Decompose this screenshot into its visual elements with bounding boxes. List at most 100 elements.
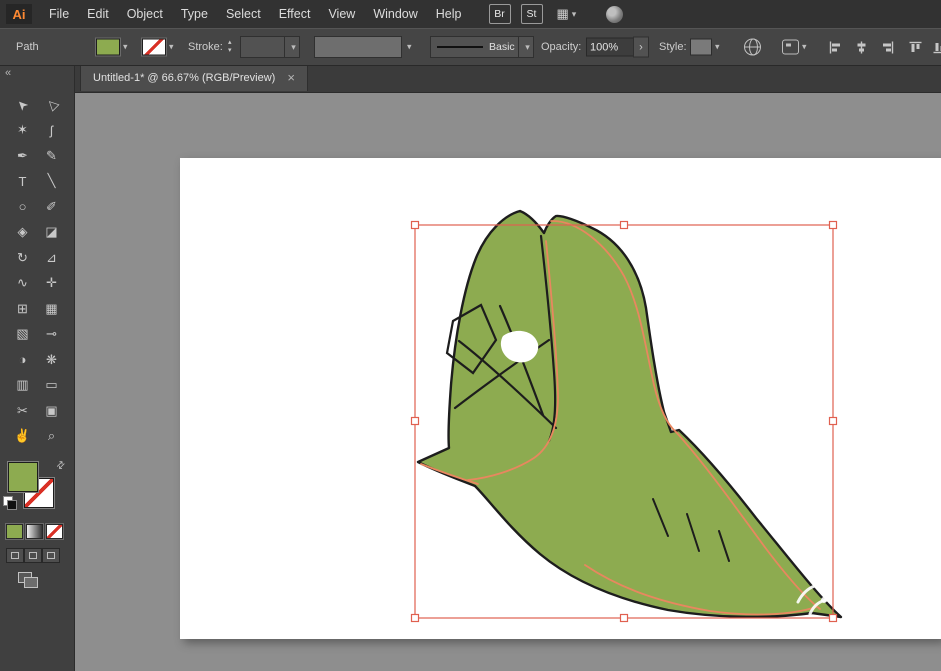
opacity-input[interactable] xyxy=(586,38,634,57)
document-tab[interactable]: Untitled-1* @ 66.67% (RGB/Preview) × xyxy=(80,64,308,91)
color-button[interactable] xyxy=(6,524,23,539)
align-right-button[interactable] xyxy=(878,39,896,55)
slice-tool[interactable]: ✂ xyxy=(8,398,37,424)
mesh-tool[interactable]: ▦ xyxy=(37,296,66,322)
graphic-style-dropdown[interactable]: ▾ xyxy=(690,39,720,56)
screen-mode-button[interactable] xyxy=(18,572,38,587)
swap-fill-stroke-icon[interactable]: ⇄ xyxy=(54,459,68,473)
pen-tool[interactable]: ✒ xyxy=(8,143,37,169)
collapse-panel-icon[interactable]: « xyxy=(5,67,11,79)
perspective-grid-tool[interactable]: ⊞ xyxy=(8,296,37,322)
symbol-sprayer-tool-icon: ❋ xyxy=(46,352,57,368)
eraser-tool[interactable]: ◪ xyxy=(37,220,66,246)
selection-handle[interactable] xyxy=(412,222,419,229)
ellipse-tool[interactable]: ○ xyxy=(8,194,37,220)
align-top-button[interactable] xyxy=(906,39,924,55)
selection-handle[interactable] xyxy=(621,615,628,622)
stepper-down-icon[interactable]: ▾ xyxy=(228,47,232,55)
artwork-metapod[interactable] xyxy=(418,211,841,617)
scale-tool-icon: ⊿ xyxy=(46,250,57,266)
line-segment-tool[interactable]: ╲ xyxy=(37,169,66,195)
fill-color-swatch[interactable] xyxy=(96,39,120,56)
selection-tool[interactable]: ➤ xyxy=(8,92,37,118)
magic-wand-tool[interactable]: ✶ xyxy=(8,118,37,144)
stroke-color-control[interactable]: ▾ xyxy=(142,39,174,56)
stock-button[interactable]: St xyxy=(521,4,543,24)
canvas-area[interactable] xyxy=(74,92,941,671)
selection-handle[interactable] xyxy=(412,615,419,622)
menu-object[interactable]: Object xyxy=(118,0,172,28)
selection-handle[interactable] xyxy=(830,222,837,229)
menu-help[interactable]: Help xyxy=(427,0,471,28)
selection-handle[interactable] xyxy=(621,222,628,229)
chevron-down-icon[interactable]: ▾ xyxy=(123,42,128,53)
opacity-arrow-button[interactable]: › xyxy=(633,37,649,58)
none-button[interactable] xyxy=(46,524,63,539)
stroke-label: Stroke: xyxy=(188,41,223,53)
draw-normal-button[interactable] xyxy=(6,548,24,563)
scale-tool[interactable]: ⊿ xyxy=(37,245,66,271)
menu-edit[interactable]: Edit xyxy=(78,0,118,28)
width-profile-dropdown[interactable] xyxy=(314,36,402,58)
gradient-tool[interactable]: ▧ xyxy=(8,322,37,348)
slice-selection-tool[interactable]: ▣ xyxy=(37,398,66,424)
workspace-switcher[interactable]: ▦ ▾ xyxy=(557,6,577,22)
workspace-icon: ▦ xyxy=(557,6,569,22)
align-bottom-button[interactable] xyxy=(930,39,941,55)
zoom-tool[interactable]: ⌕ xyxy=(37,424,66,450)
paintbrush-tool[interactable]: ✐ xyxy=(37,194,66,220)
blend-tool[interactable]: ◑ xyxy=(8,347,37,373)
selection-handle[interactable] xyxy=(412,418,419,425)
document-setup-globe-icon[interactable] xyxy=(744,39,761,56)
draw-inside-button[interactable] xyxy=(42,548,60,563)
align-left-icon xyxy=(829,41,842,54)
brush-definition-dropdown[interactable]: Basic ▾ xyxy=(430,36,534,58)
artboard-tool-icon: ▭ xyxy=(45,377,57,393)
menu-type[interactable]: Type xyxy=(172,0,217,28)
bridge-button[interactable]: Br xyxy=(489,4,511,24)
ellipse-tool-icon: ○ xyxy=(19,199,27,214)
zoom-tool-icon: ⌕ xyxy=(48,428,55,444)
app-sync-icon[interactable] xyxy=(606,6,623,23)
menu-effect[interactable]: Effect xyxy=(270,0,320,28)
eyedropper-tool[interactable]: ⊸ xyxy=(37,322,66,348)
selection-handle[interactable] xyxy=(830,615,837,622)
artwork-layer xyxy=(74,92,941,671)
perspective-grid-tool-icon: ⊞ xyxy=(17,301,28,317)
pencil-tool[interactable]: ✎ xyxy=(37,143,66,169)
align-center-button[interactable] xyxy=(852,39,870,55)
symbol-sprayer-tool[interactable]: ❋ xyxy=(37,347,66,373)
width-tool[interactable]: ∿ xyxy=(8,271,37,297)
type-tool[interactable]: T xyxy=(8,169,37,195)
menu-view[interactable]: View xyxy=(319,0,364,28)
stroke-weight-stepper[interactable]: ▴ ▾ xyxy=(228,39,232,55)
gradient-tool-icon: ▧ xyxy=(16,326,28,342)
lasso-tool[interactable]: ʃ xyxy=(37,118,66,144)
stepper-up-icon[interactable]: ▴ xyxy=(228,39,232,47)
gradient-button[interactable] xyxy=(26,524,43,539)
pen-tool-icon: ✒ xyxy=(17,148,28,164)
align-top-icon xyxy=(909,41,922,54)
artboard-tool[interactable]: ▭ xyxy=(37,373,66,399)
stroke-color-swatch[interactable] xyxy=(142,39,166,56)
menu-select[interactable]: Select xyxy=(217,0,270,28)
fill-color-control[interactable]: ▾ xyxy=(96,39,128,56)
direct-selection-tool[interactable]: ▷ xyxy=(37,92,66,118)
default-fill-stroke-icon[interactable] xyxy=(3,496,16,509)
draw-behind-button[interactable] xyxy=(24,548,42,563)
menu-file[interactable]: File xyxy=(40,0,78,28)
column-graph-tool[interactable]: ▥ xyxy=(8,373,37,399)
align-left-button[interactable] xyxy=(826,39,844,55)
stroke-weight-dropdown[interactable]: ▾ xyxy=(240,36,300,58)
shape-builder-tool[interactable]: ◈ xyxy=(8,220,37,246)
hand-tool[interactable]: ✌ xyxy=(8,424,37,450)
free-transform-tool[interactable]: ✛ xyxy=(37,271,66,297)
menu-window[interactable]: Window xyxy=(364,0,426,28)
fill-color-chip[interactable] xyxy=(8,462,38,492)
rotate-tool[interactable]: ↻ xyxy=(8,245,37,271)
selection-handle[interactable] xyxy=(830,418,837,425)
chevron-down-icon[interactable]: ▾ xyxy=(169,42,174,53)
selection-tool-icon: ➤ xyxy=(13,95,32,114)
close-icon[interactable]: × xyxy=(287,71,295,84)
isolation-mode-button[interactable]: ▾ xyxy=(782,40,807,55)
